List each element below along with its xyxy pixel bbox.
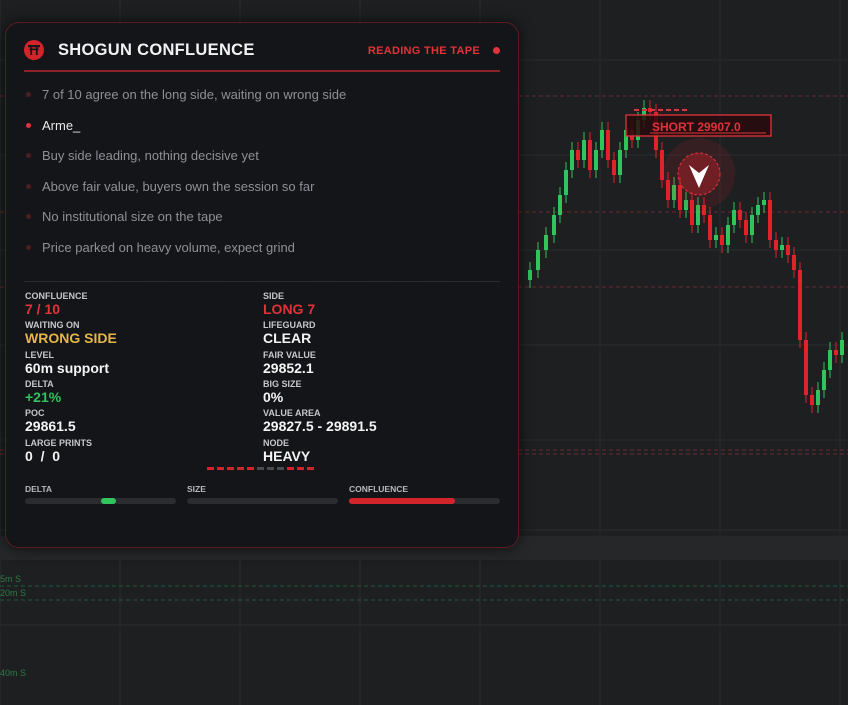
candle-body	[600, 130, 604, 150]
note-item: 7 of 10 agree on the long side, waiting …	[24, 87, 484, 118]
stat-confluence: CONFLUENCE 7 / 10	[25, 291, 88, 317]
candle-body	[536, 250, 540, 270]
bullet-icon	[26, 214, 31, 220]
panel-header: SHOGUN CONFLUENCE READING THE TAPE	[24, 40, 500, 62]
stat-delta: DELTA +21%	[25, 379, 62, 405]
candle-body	[606, 130, 610, 160]
short-signal-marker[interactable]: SHORT 29907.0	[625, 109, 772, 210]
stat-value-area: VALUE AREA 29827.5 - 29891.5	[263, 408, 377, 434]
level-label-5m: 5m S	[0, 574, 21, 584]
level-label-40m: 40m S	[0, 668, 26, 678]
note-item: Buy side leading, nothing decisive yet	[24, 148, 484, 179]
bullet-icon	[26, 92, 31, 97]
candle-body	[576, 150, 580, 160]
candle-body	[570, 150, 574, 170]
stat-large-prints: LARGE PRINTS 0 / 0	[25, 438, 93, 464]
note-item: Price parked on heavy volume, expect gri…	[24, 240, 484, 271]
size-meter	[187, 498, 338, 504]
panel-title: SHOGUN CONFLUENCE	[58, 41, 255, 59]
candle-body	[834, 350, 838, 355]
delta-meter	[25, 498, 176, 504]
bullet-icon	[26, 153, 31, 159]
candle-body	[544, 235, 548, 250]
bullet-icon	[26, 122, 31, 128]
candle-body	[582, 140, 586, 160]
level-label-20m: 20m S	[0, 588, 26, 598]
stat-node: NODE HEAVY	[263, 438, 311, 464]
candle-body	[762, 200, 766, 205]
delta-meter-fill	[101, 498, 116, 504]
section-divider	[24, 281, 500, 282]
candle-body	[828, 350, 832, 370]
candle-body	[756, 205, 760, 215]
confluence-meter-fill	[349, 498, 455, 504]
signal-label: SHORT 29907.0	[652, 120, 741, 134]
note-item: Arme_	[24, 118, 484, 149]
notes-list: 7 of 10 agree on the long side, waiting …	[24, 87, 484, 271]
candle-body	[588, 140, 592, 170]
bullet-icon	[26, 244, 31, 250]
candle-body	[732, 210, 736, 225]
candle-body	[792, 255, 796, 270]
candle-body	[786, 245, 790, 255]
candle-body	[780, 245, 784, 250]
candle-body	[774, 240, 778, 250]
status-text: READING THE TAPE	[367, 45, 480, 57]
bullet-icon	[26, 183, 31, 189]
candle-body	[714, 235, 718, 240]
note-item: No institutional size on the tape	[24, 209, 484, 240]
torii-gate-icon	[24, 40, 44, 60]
candle-body	[708, 215, 712, 240]
candle-body	[720, 235, 724, 245]
candle-body	[744, 220, 748, 235]
stat-waiting-on: WAITING ON WRONG SIDE	[25, 320, 117, 346]
confluence-panel: SHOGUN CONFLUENCE READING THE TAPE 7 of …	[5, 22, 519, 548]
stat-lifeguard: LIFEGUARD CLEAR	[263, 320, 316, 346]
note-item: Above fair value, buyers own the session…	[24, 179, 484, 210]
candle-body	[840, 340, 844, 355]
stat-level: LEVEL 60m support	[25, 350, 110, 376]
meter-label-confluence: CONFLUENCE	[349, 484, 409, 494]
confluence-meter	[349, 498, 500, 504]
candle-body	[810, 395, 814, 405]
candle-body	[738, 210, 742, 220]
candle-body	[768, 200, 772, 240]
candle-body	[552, 215, 556, 235]
candle-body	[612, 160, 616, 175]
candle-body	[798, 270, 802, 340]
candle-body	[750, 215, 754, 235]
candle-body	[528, 270, 532, 280]
stat-big-size: BIG SIZE 0%	[263, 379, 302, 405]
stat-side: SIDE LONG 7	[263, 291, 316, 317]
status-dot-icon	[493, 47, 500, 54]
candle-body	[816, 390, 820, 405]
candle-body	[558, 195, 562, 215]
header-divider	[24, 70, 500, 72]
candle-body	[594, 150, 598, 170]
candle-body	[564, 170, 568, 195]
meter-label-size: SIZE	[187, 484, 206, 494]
candle-body	[804, 340, 808, 395]
meter-label-delta: DELTA	[25, 484, 53, 494]
candle-body	[822, 370, 826, 390]
candle-body	[618, 150, 622, 175]
stat-fair-value: FAIR VALUE 29852.1	[263, 350, 316, 376]
candle-body	[726, 225, 730, 245]
stat-poc: POC 29861.5	[25, 408, 76, 434]
